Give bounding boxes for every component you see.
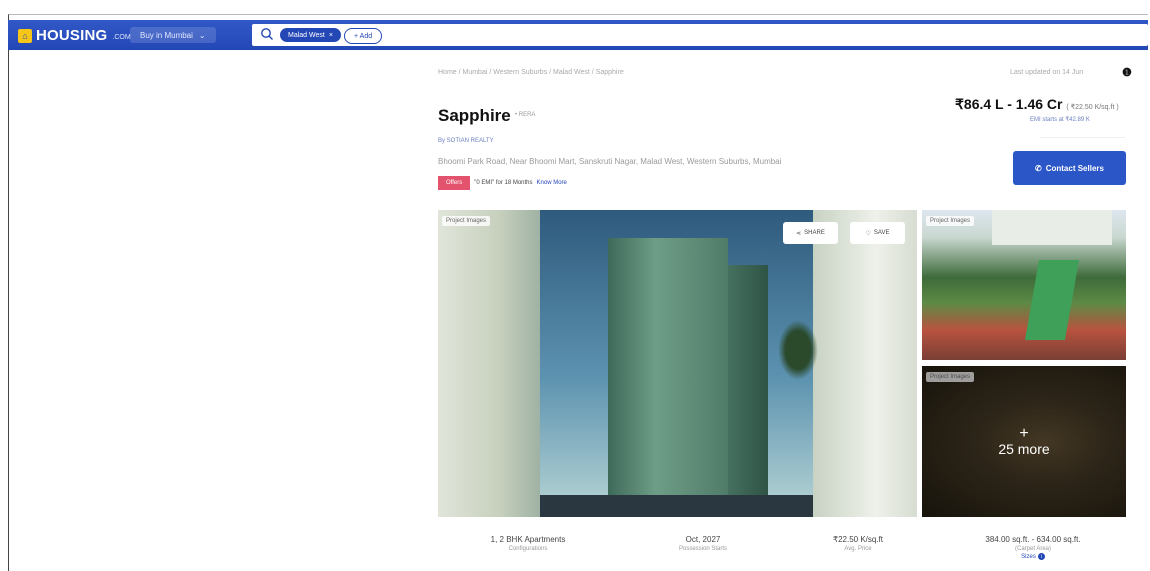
stat-label: Configurations xyxy=(508,546,548,552)
city-selector-label: Buy in Mumbai xyxy=(140,30,193,40)
project-address: Bhoomi Park Road, Near Bhoomi Mart, Sans… xyxy=(438,157,782,166)
image-tower xyxy=(608,238,728,503)
stat-avg-price: ₹22.50 K/sq.ft Avg. Price xyxy=(808,535,908,552)
stat-label: Avg. Price xyxy=(844,546,872,552)
search-bar[interactable]: Malad West × + Add xyxy=(252,24,1148,46)
main-project-image[interactable]: Project Images ⋖ SHARE ♡ SAVE xyxy=(438,210,917,517)
phone-icon: ✆ xyxy=(1035,163,1042,173)
info-icon[interactable]: i xyxy=(1037,553,1045,560)
add-locality-button[interactable]: + Add xyxy=(344,28,383,44)
page-title: Sapphire xyxy=(438,106,511,125)
breadcrumb[interactable]: Home / Mumbai / Western Suburbs / Malad … xyxy=(438,69,624,76)
price-per-sqft: ( ₹22.50 K/sq.ft ) xyxy=(1066,104,1119,111)
price-value: ₹86.4 L - 1.46 Cr xyxy=(955,96,1063,112)
contact-sellers-label: Contact Sellers xyxy=(1045,163,1104,173)
logo-text: HOUSING xyxy=(36,27,108,44)
close-icon[interactable]: × xyxy=(329,32,333,39)
share-icon: ⋖ xyxy=(796,230,802,237)
stat-sizes: 384.00 sq.ft. - 634.00 sq.ft. (Carpet Ar… xyxy=(948,535,1118,560)
project-image-playground[interactable]: Project Images xyxy=(922,210,1126,360)
emi-link[interactable]: EMI starts at ₹42.89 K xyxy=(1030,116,1090,123)
stat-value: 384.00 sq.ft. - 634.00 sq.ft. xyxy=(985,535,1081,544)
rera-tag: • RERA xyxy=(515,112,536,118)
housing-logo[interactable]: ⌂ HOUSING .COM xyxy=(18,27,131,44)
notification-icon[interactable]: ❶ xyxy=(1122,66,1132,79)
share-label: SHARE xyxy=(804,230,825,236)
image-tag: Project Images xyxy=(926,216,975,226)
heart-icon: ♡ xyxy=(865,230,871,237)
stat-configurations: 1, 2 BHK Apartments Configurations xyxy=(458,535,598,552)
image-tower-side xyxy=(728,265,768,503)
stat-possession: Oct, 2027 Possession Starts xyxy=(648,535,758,552)
price-range: ₹86.4 L - 1.46 Cr ( ₹22.50 K/sq.ft ) xyxy=(955,96,1119,113)
sizes-label: Sizes xyxy=(1021,553,1036,560)
save-label: SAVE xyxy=(873,230,890,236)
contact-sellers-button[interactable]: ✆ Contact Sellers xyxy=(1013,151,1126,185)
search-icon xyxy=(261,28,273,40)
image-building xyxy=(992,210,1112,245)
more-images-overlay[interactable]: + 25 more xyxy=(922,366,1126,517)
stat-value: Oct, 2027 xyxy=(685,535,721,544)
locality-chip[interactable]: Malad West × xyxy=(280,28,341,42)
stat-value: 1, 2 BHK Apartments xyxy=(490,535,566,544)
stat-value: ₹22.50 K/sq.ft xyxy=(832,535,883,544)
logo-sub: .COM xyxy=(112,34,131,41)
offer-row: Offers "0 EMI" for 18 Months Know More xyxy=(438,176,567,190)
stat-label: Possession Starts xyxy=(678,546,728,552)
offer-badge: Offers xyxy=(438,176,471,190)
divider xyxy=(1040,137,1125,138)
project-image-more[interactable]: Project Images + 25 more xyxy=(922,366,1126,517)
image-foliage-right xyxy=(813,210,917,517)
more-images-label: 25 more xyxy=(998,440,1050,457)
locality-chip-label: Malad West xyxy=(288,31,325,39)
plus-icon: + xyxy=(1019,424,1029,442)
image-palm xyxy=(778,320,818,380)
logo-mark-icon: ⌂ xyxy=(18,28,32,43)
image-slide xyxy=(1024,260,1080,340)
share-button[interactable]: ⋖ SHARE xyxy=(783,222,838,244)
image-foliage-left xyxy=(438,210,540,517)
project-stats: 1, 2 BHK Apartments Configurations Oct, … xyxy=(438,535,1126,571)
save-button[interactable]: ♡ SAVE xyxy=(850,222,905,244)
stat-label: (Carpet Area) xyxy=(1014,546,1051,552)
sizes-link[interactable]: Sizes i xyxy=(948,553,1118,560)
offer-text: "0 EMI" for 18 Months xyxy=(474,180,533,186)
city-selector-button[interactable]: Buy in Mumbai ⌄ xyxy=(130,27,216,43)
image-road xyxy=(540,495,813,517)
chevron-down-icon: ⌄ xyxy=(198,30,206,40)
image-tag: Project Images xyxy=(442,216,491,226)
last-updated: Last updated on 14 Jun xyxy=(1010,69,1084,76)
know-more-link[interactable]: Know More xyxy=(537,180,567,186)
builder-link[interactable]: By SOTIAN REALTY xyxy=(438,138,494,144)
